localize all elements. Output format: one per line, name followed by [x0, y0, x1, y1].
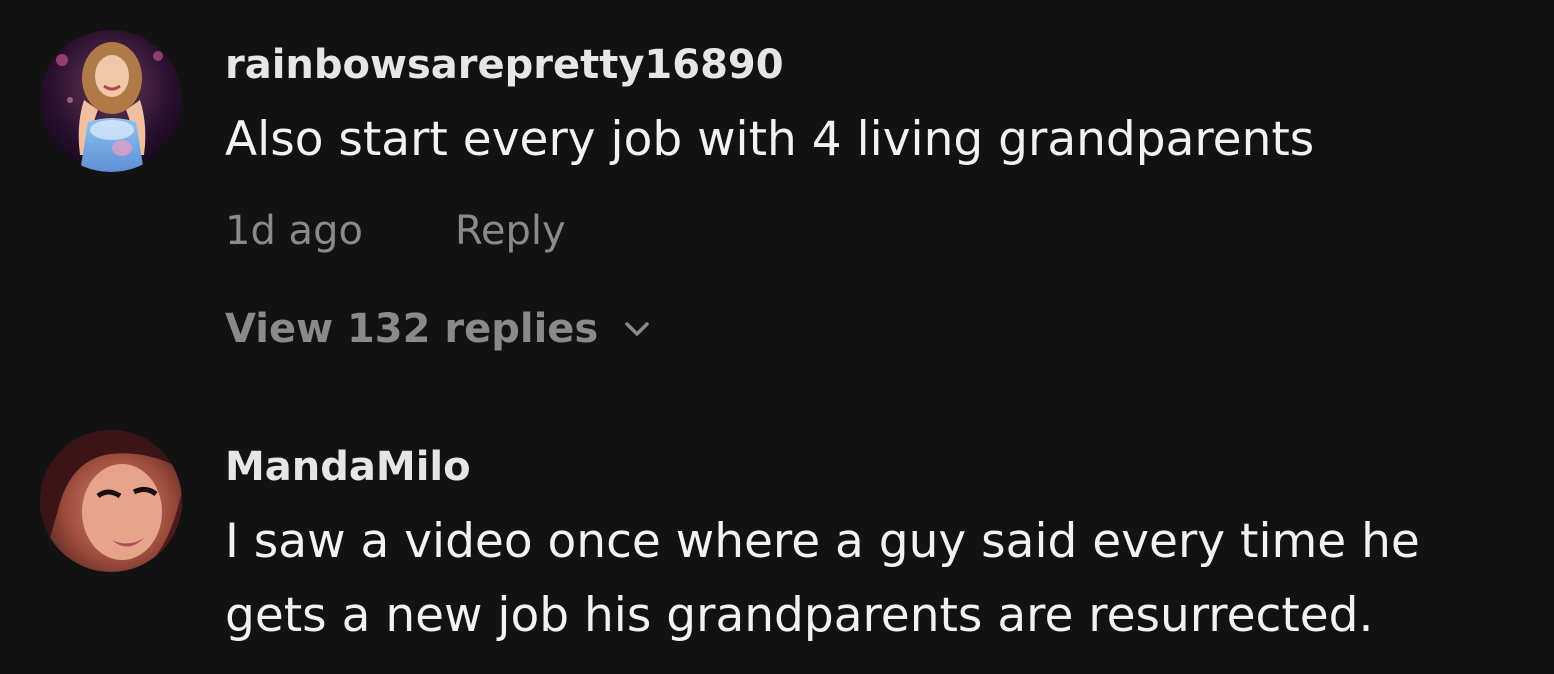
chevron-down-icon	[624, 320, 650, 338]
comment-meta: 1d ago Reply	[225, 202, 566, 260]
view-replies-button[interactable]: View 132 replies	[225, 300, 650, 358]
user-avatar-photo-icon	[40, 430, 182, 572]
comment-text-line: I saw a video once where a guy said ever…	[225, 514, 1420, 569]
view-replies-label: View 132 replies	[225, 306, 599, 352]
comment-text: Also start every job with 4 living grand…	[225, 112, 1315, 167]
reply-button[interactable]: Reply	[455, 208, 566, 254]
user-avatar-photo-icon	[40, 30, 182, 172]
comment-username[interactable]: MandaMilo	[225, 442, 471, 492]
comment-username[interactable]: rainbowsarepretty16890	[225, 40, 784, 90]
avatar[interactable]	[40, 30, 182, 172]
comment-timestamp: 1d ago	[225, 208, 363, 254]
comments-list: rainbowsarepretty16890 Also start every …	[0, 0, 1554, 674]
avatar[interactable]	[40, 430, 182, 572]
comment-text: I saw a video once where a guy said ever…	[225, 505, 1535, 653]
comment-text-line: gets a new job his grandparents are resu…	[225, 588, 1374, 643]
